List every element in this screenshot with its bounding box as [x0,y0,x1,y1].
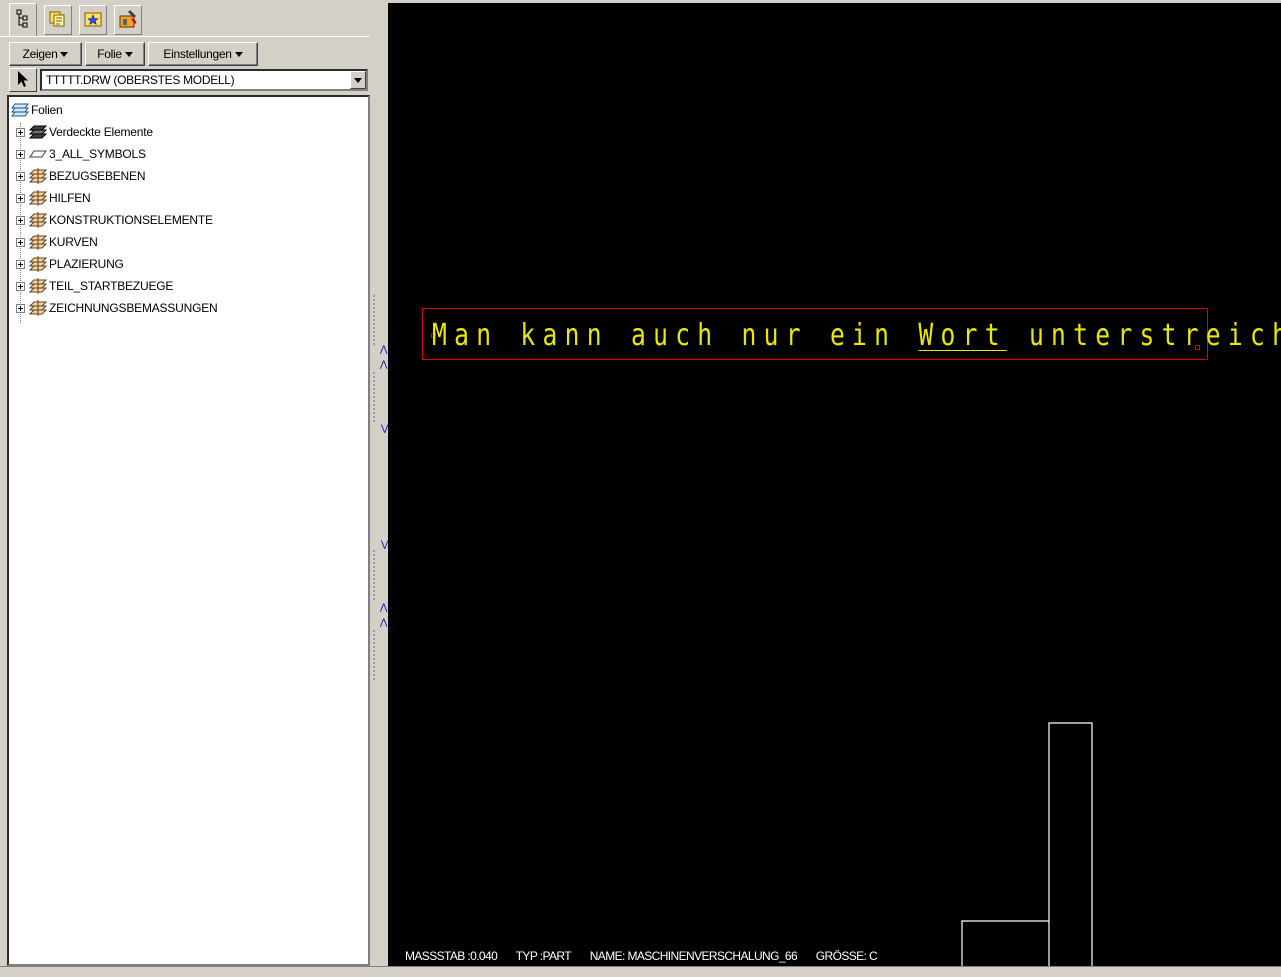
splitter-grip[interactable] [373,630,380,680]
tree-item[interactable]: KURVEN [16,233,98,251]
menu-einstellungen-label: Einstellungen [163,47,232,61]
layer-stack-icon [29,212,47,228]
toolbox-icon [117,8,139,33]
layer-stack-icon [29,300,47,316]
dropdown-arrow-button[interactable] [350,71,366,89]
tree-item[interactable]: PLAZIERUNG [16,255,124,273]
favorites-star-icon [83,9,103,32]
layer-tree: Folien Verdeckte Elemente 3_ALL_SYMBOLS [7,95,370,966]
tree-item-label: TEIL_STARTBEZUEGE [49,279,174,293]
select-pointer-button[interactable] [9,68,37,92]
expand-plus-icon[interactable] [16,237,25,247]
model-select-value: TTTTT.DRW (OBERSTES MODELL) [46,73,235,87]
tab-strip-divider [0,36,372,37]
tree-item[interactable]: HILFEN [16,189,91,207]
drawing-canvas[interactable]: Man kann auch nur ein Wort unterstreiche… [388,3,1281,966]
collapse-up-icon[interactable]: ⋀ [380,603,387,613]
chevron-down-icon [234,51,243,57]
collapse-up-icon[interactable]: ⋀ [380,618,387,628]
status-scale: MASSSTAB :0.040 [405,949,498,963]
tree-root-folien[interactable]: Folien [11,101,63,119]
menu-zeigen[interactable]: Zeigen [9,42,82,66]
tab-favorites[interactable] [79,5,107,35]
hidden-layers-icon [29,124,47,140]
tab-folder-browser[interactable] [44,5,72,35]
tree-item-label: KONSTRUKTIONSELEMENTE [49,213,213,227]
menu-folie[interactable]: Folie [85,42,145,66]
layer-stack-icon [29,168,47,184]
tree-item[interactable]: BEZUGSEBENEN [16,167,145,185]
drawing-frame-outline [961,722,1093,966]
tree-item-label: ZEICHNUNGSBEMASSUNGEN [49,301,218,315]
tree-item-label: BEZUGSEBENEN [49,169,146,183]
drawing-geometry [961,722,1093,966]
collapse-up-icon[interactable]: ⋀ [380,345,387,355]
folder-pages-icon [48,9,68,32]
splitter-grip[interactable] [373,372,380,422]
layers-root-icon [11,102,29,118]
navigator-panel: Zeigen Folie Einstellungen TTTTT.DRW (OB… [0,0,378,976]
tree-item[interactable]: ZEICHNUNGSBEMASSUNGEN [16,299,218,317]
chevron-down-icon [124,51,133,57]
status-name: NAME: MASCHINENVERSCHALUNG_66 [589,949,798,963]
tree-item[interactable]: KONSTRUKTIONSELEMENTE [16,211,213,229]
tree-root-label: Folien [31,103,63,117]
tab-toolbox[interactable] [114,5,142,35]
tree-item-label: HILFEN [49,191,91,205]
arrow-pointer-icon [16,70,30,91]
menu-einstellungen[interactable]: Einstellungen [148,42,258,66]
model-tree-icon [15,9,31,32]
tree-item-label: 3_ALL_SYMBOLS [49,147,146,161]
expand-plus-icon[interactable] [16,303,25,313]
chevron-down-icon [354,77,362,83]
expand-plus-icon[interactable] [16,149,25,159]
expand-plus-icon[interactable] [16,215,25,225]
splitter-grip[interactable] [373,295,380,345]
menu-folie-label: Folie [97,47,122,61]
expand-plus-icon[interactable] [16,127,25,137]
chevron-down-icon [60,51,69,57]
layer-stack-icon [29,190,47,206]
plane-layer-icon [29,146,47,162]
status-size: GRÖSSE: C [815,949,878,963]
tree-item-label: PLAZIERUNG [49,257,124,271]
expand-plus-icon[interactable] [16,259,25,269]
tree-item[interactable]: Verdeckte Elemente [16,123,153,141]
panel-splitter[interactable]: ⋀ ⋀ ⋁ ⋁ ⋀ ⋀ [370,0,388,966]
tab-model-tree[interactable] [9,3,37,37]
layer-stack-icon [29,278,47,294]
tree-item[interactable]: TEIL_STARTBEZUEGE [16,277,173,295]
model-select-dropdown[interactable]: TTTTT.DRW (OBERSTES MODELL) [40,69,368,91]
layer-stack-icon [29,256,47,272]
splitter-grip[interactable] [373,550,380,600]
collapse-up-icon[interactable]: ⋀ [380,360,387,370]
drawing-status-line: MASSSTAB :0.040 TYP :PART NAME: MASCHINE… [405,949,893,963]
tree-item[interactable]: 3_ALL_SYMBOLS [16,145,146,163]
tree-item-label: KURVEN [49,235,98,249]
bottom-status-bar [0,966,1281,977]
expand-plus-icon[interactable] [16,193,25,203]
expand-plus-icon[interactable] [16,171,25,181]
tree-item-label: Verdeckte Elemente [49,125,153,139]
menu-zeigen-label: Zeigen [22,47,58,61]
expand-plus-icon[interactable] [16,281,25,291]
layer-stack-icon [29,234,47,250]
status-type: TYP :PART [515,949,572,963]
